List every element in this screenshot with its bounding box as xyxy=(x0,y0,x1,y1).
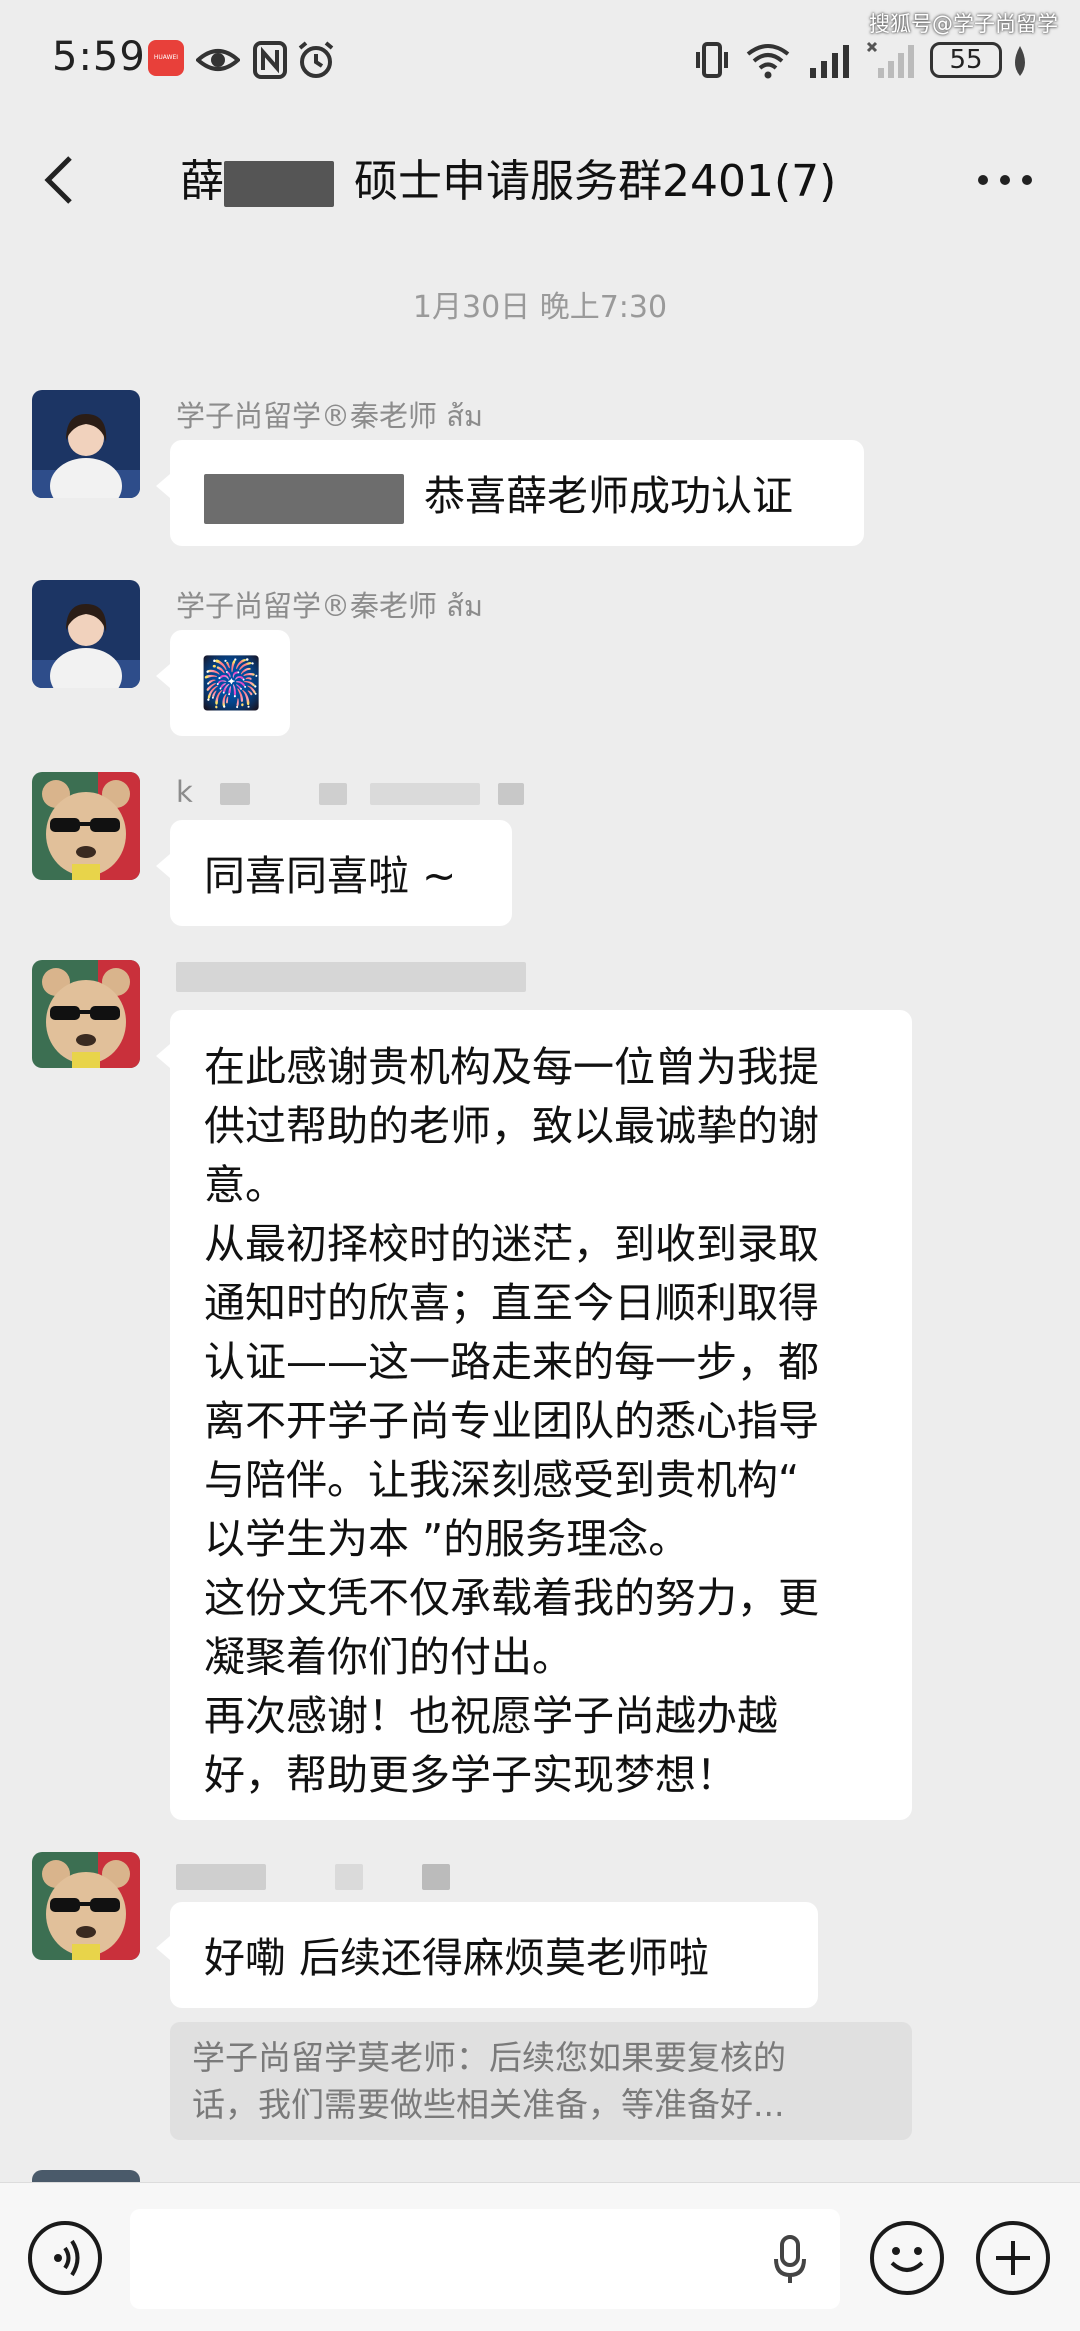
quote-line: 话，我们需要做些相关准备，等准备好... xyxy=(192,2085,785,2124)
message-bubble[interactable]: 同喜同喜啦 ~ xyxy=(156,820,512,926)
plus-icon xyxy=(996,2241,1030,2275)
quoted-reply[interactable]: 学子尚留学莫老师：后续您如果要复核的 话，我们需要做些相关准备，等准备好... xyxy=(170,2022,912,2140)
voice-icon xyxy=(54,2239,80,2277)
redacted-block xyxy=(176,962,526,992)
message-text: 恭喜薛老师成功认证 xyxy=(424,472,793,520)
message-text: 同喜同喜啦 ~ xyxy=(204,852,457,900)
sender-name: 学子尚留学®秦老师 ส้ม xyxy=(176,589,484,623)
message-bubble[interactable]: 🎆 xyxy=(156,630,290,736)
more-functions-button[interactable] xyxy=(976,2221,1050,2295)
redacted-block xyxy=(422,1864,451,1890)
title-suffix: 硕士申请服务群2401(7) xyxy=(354,156,837,207)
status-bar: 5:59 HUAWEI 55 搜狐号@学子尚留学 xyxy=(0,0,1080,120)
more-options-icon[interactable] xyxy=(970,150,1040,210)
huawei-label: HUAWEI xyxy=(153,54,179,61)
voice-toggle-button[interactable] xyxy=(28,2221,102,2295)
vibrate-icon xyxy=(696,42,728,78)
leaf-icon xyxy=(1015,46,1025,76)
sender-name-redacted xyxy=(176,1858,451,1892)
alarm-icon xyxy=(298,41,334,78)
quote-line: 学子尚留学莫老师：后续您如果要复核的 xyxy=(192,2038,786,2077)
chat-header: 薛 硕士申请服务群2401(7) xyxy=(0,120,1080,240)
redacted-block xyxy=(204,474,404,524)
sender-name-redacted xyxy=(176,958,526,992)
chat-title: 薛 硕士申请服务群2401(7) xyxy=(180,145,940,209)
message-timestamp: 1月30日 晚上7:30 xyxy=(412,290,668,325)
avatar-partial xyxy=(32,2170,140,2182)
emoji-button[interactable] xyxy=(870,2221,944,2295)
smiley-icon xyxy=(890,2247,924,2272)
message-text: 好嘞 后续还得麻烦莫老师啦 xyxy=(204,1934,710,1982)
avatar[interactable] xyxy=(32,1852,140,1960)
redacted-block xyxy=(497,783,524,805)
avatar[interactable] xyxy=(32,960,140,1068)
watermark: 搜狐号@学子尚留学 xyxy=(869,12,1058,36)
redacted-block xyxy=(335,1864,364,1890)
fireworks-emoji: 🎆 xyxy=(200,654,263,712)
signal-icon-1 xyxy=(810,45,849,78)
message-bubble[interactable]: 恭喜薛老师成功认证 xyxy=(156,440,864,546)
title-prefix: 薛 xyxy=(180,156,224,207)
sender-name: 学子尚留学®秦老师 ส้ม xyxy=(176,399,484,433)
eye-icon xyxy=(196,49,240,71)
message-input[interactable] xyxy=(130,2209,840,2309)
nfc-icon xyxy=(253,41,287,79)
redacted-block xyxy=(176,1864,266,1890)
avatar[interactable] xyxy=(32,772,140,880)
signal-icon-2 xyxy=(866,41,914,78)
input-bar xyxy=(0,2182,1080,2331)
redacted-block xyxy=(220,783,251,805)
huawei-app-icon: HUAWEI xyxy=(148,40,184,76)
redacted-block xyxy=(319,783,348,805)
avatar[interactable] xyxy=(32,390,140,498)
redacted-block xyxy=(370,783,481,805)
battery-indicator: 55 xyxy=(930,42,1002,78)
clock: 5:59 xyxy=(52,34,146,80)
back-arrow-icon[interactable] xyxy=(30,150,90,210)
message-bubble[interactable]: 在此感谢贵机构及每一位曾为我提 供过帮助的老师，致以最诚挚的谢 意。 从最初择校… xyxy=(156,1010,912,1820)
avatar[interactable] xyxy=(32,580,140,688)
redacted-block xyxy=(334,161,354,207)
wifi-icon xyxy=(746,44,790,79)
message-bubble[interactable]: 好嘞 后续还得麻烦莫老师啦 xyxy=(156,1902,818,2008)
redacted-block xyxy=(224,161,334,207)
sender-name: k xyxy=(176,775,524,809)
microphone-icon[interactable] xyxy=(772,2235,808,2285)
